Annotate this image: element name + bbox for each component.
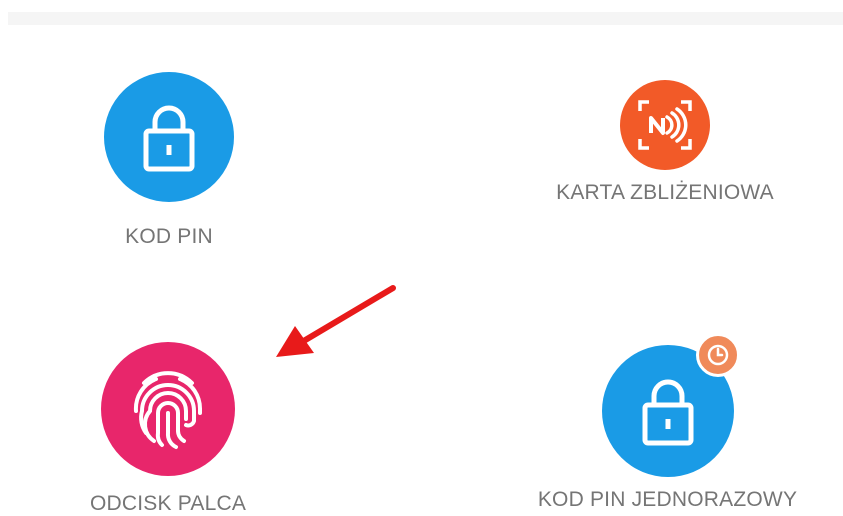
fingerprint-icon — [133, 371, 203, 449]
method-label: KARTA ZBLIŻENIOWA — [556, 181, 774, 204]
method-one-time-pin[interactable]: KOD PIN JEDNORAZOWY — [510, 333, 825, 512]
method-pin-code[interactable]: KOD PIN — [101, 72, 237, 249]
one-time-badge — [695, 333, 740, 377]
top-bar — [8, 12, 843, 25]
pin-circle — [104, 72, 234, 202]
method-label: ODCISK PALCA — [89, 492, 247, 515]
clock-icon — [707, 344, 728, 366]
method-label: KOD PIN JEDNORAZOWY — [537, 488, 798, 511]
method-proximity-card[interactable]: KARTA ZBLIŻENIOWA — [530, 80, 800, 205]
red-arrow-icon — [276, 285, 396, 357]
card-circle — [620, 80, 710, 170]
lock-icon — [642, 379, 693, 446]
method-label: KOD PIN — [125, 225, 213, 248]
one-time-pin-circle — [601, 333, 740, 477]
lock-icon — [143, 105, 195, 172]
fingerprint-circle — [101, 342, 235, 476]
method-fingerprint[interactable]: ODCISK PALCA — [78, 342, 258, 516]
nfc-card-icon — [638, 100, 692, 150]
